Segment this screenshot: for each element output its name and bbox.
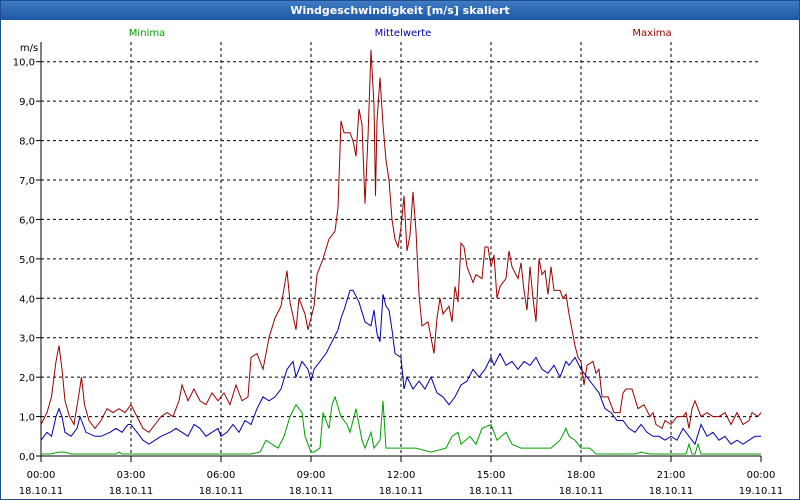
x-tick-date: 18.10.11 [19,486,64,497]
y-tick-label: 0,0 [19,452,35,463]
x-tick-date: 18.10.11 [649,486,694,497]
y-tick-label: 4,0 [19,294,35,305]
legend-maxima: Maxima [632,28,671,39]
y-tick-label: 9,0 [19,97,35,108]
x-tick-time: 00:00 [747,470,776,481]
y-tick-label: 8,0 [19,137,35,148]
chart-window: Windgeschwindigkeit [m/s] skaliert 0,0 1,… [0,0,800,500]
x-tick-date: 18.10.11 [469,486,514,497]
y-tick-label: 7,0 [19,176,35,187]
y-tick-label: 6,0 [19,215,35,226]
y-tick-label: 10,0 [13,58,35,69]
x-tick-time: 03:00 [117,470,146,481]
x-tick-time: 00:00 [27,470,56,481]
y-axis-label: m/s [20,43,38,54]
y-tick-label: 2,0 [19,373,35,384]
x-tick-date: 18.10.11 [289,486,334,497]
window-title: Windgeschwindigkeit [m/s] skaliert [1,1,799,20]
y-tick-label: 5,0 [19,255,35,266]
x-tick-date: 18.10.11 [379,486,424,497]
x-tick-date: 18.10.11 [559,486,604,497]
x-tick-time: 06:00 [207,470,236,481]
labels: 0,0 1,0 2,0 3,0 4,0 5,0 6,0 7,0 8,0 9,0 10,0 m/s 00:… [13,28,784,497]
x-tick-date: 19.10.11 [739,486,784,497]
x-tick-date: 18.10.11 [199,486,244,497]
legend-minima: Minima [129,28,165,39]
y-tick-label: 3,0 [19,334,35,345]
grid [41,42,761,456]
x-tick-time: 15:00 [477,470,506,481]
x-tick-date: 18.10.11 [109,486,154,497]
x-tick-time: 09:00 [297,470,326,481]
x-tick-time: 18:00 [567,470,596,481]
chart-area: 0,0 1,0 2,0 3,0 4,0 5,0 6,0 7,0 8,0 9,0 10,0 m/s 00:… [13,28,784,497]
axes [36,42,762,462]
legend-mittelwerte: Mittelwerte [375,28,432,39]
x-tick-time: 21:00 [657,470,686,481]
x-tick-time: 12:00 [387,470,416,481]
y-tick-label: 1,0 [19,413,35,424]
